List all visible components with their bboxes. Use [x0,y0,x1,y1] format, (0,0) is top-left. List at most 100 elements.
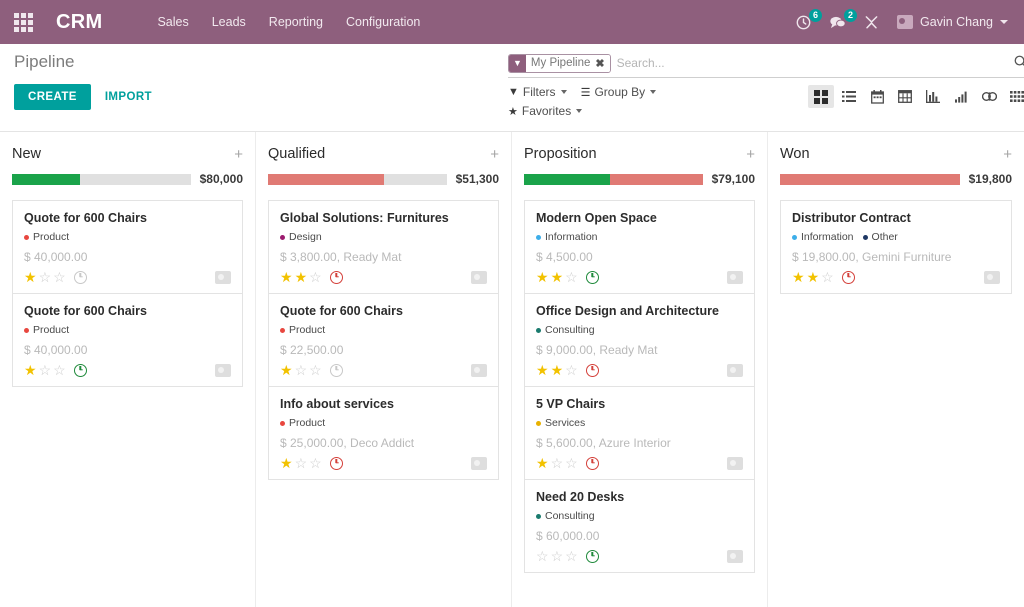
priority-star-2[interactable]: ☆ [295,363,308,377]
card-tag[interactable]: Consulting [536,324,595,336]
menu-item-leads[interactable]: Leads [201,9,257,35]
kanban-card[interactable]: Quote for 600 Chairs Product $ 40,000.00… [12,200,243,293]
card-tag[interactable]: Product [24,324,69,336]
search-icon[interactable] [1011,54,1024,72]
priority-star-1[interactable]: ★ [536,456,549,470]
activity-clock-icon[interactable] [586,550,599,563]
priority-star-3[interactable]: ☆ [565,363,578,377]
card-tag[interactable]: Information [792,231,854,243]
assignee-avatar[interactable] [215,271,231,284]
priority-star-2[interactable]: ☆ [295,456,308,470]
kanban-card[interactable]: Office Design and Architecture Consultin… [524,293,755,386]
view-kanban-button[interactable] [808,85,834,108]
assignee-avatar[interactable] [215,364,231,377]
priority-star-1[interactable]: ★ [24,363,37,377]
assignee-avatar[interactable] [984,271,1000,284]
priority-star-1[interactable]: ★ [536,363,549,377]
activity-clock-icon[interactable] [74,364,87,377]
card-tag[interactable]: Consulting [536,510,595,522]
assignee-avatar[interactable] [471,364,487,377]
activity-clock-icon[interactable] [586,457,599,470]
priority-star-3[interactable]: ☆ [821,270,834,284]
view-pivot-button[interactable] [892,85,918,108]
kanban-card[interactable]: Need 20 Desks Consulting $ 60,000.00 ☆☆☆ [524,479,755,573]
kanban-card[interactable]: 5 VP Chairs Services $ 5,600.00, Azure I… [524,386,755,479]
activity-clock-icon[interactable] [330,364,343,377]
priority-star-1[interactable]: ★ [24,270,37,284]
activity-clock-icon[interactable] [330,457,343,470]
priority-star-1[interactable]: ★ [792,270,805,284]
progress-segment[interactable] [780,174,960,185]
priority-star-3[interactable]: ☆ [309,270,322,284]
create-button[interactable]: CREATE [14,84,91,110]
kanban-card[interactable]: Quote for 600 Chairs Product $ 22,500.00… [268,293,499,386]
menu-item-configuration[interactable]: Configuration [335,9,431,35]
card-tag[interactable]: Product [280,324,325,336]
progress-segment[interactable] [80,174,191,185]
assignee-avatar[interactable] [727,457,743,470]
card-tag[interactable]: Other [863,231,898,243]
menu-item-sales[interactable]: Sales [146,9,199,35]
priority-star-3[interactable]: ☆ [565,549,578,563]
favorites-dropdown[interactable]: ★ Favorites [508,104,582,118]
priority-star-1[interactable]: ★ [536,270,549,284]
import-button[interactable]: IMPORT [99,84,158,110]
search-input[interactable] [611,56,1011,70]
breadcrumb[interactable]: Pipeline [14,52,508,72]
column-title[interactable]: New [12,146,41,162]
messaging-menu[interactable]: 2 [829,15,846,30]
group-by-dropdown[interactable]: ☰ Group By [581,85,657,99]
assignee-avatar[interactable] [727,364,743,377]
app-brand[interactable]: CRM [56,11,102,34]
column-title[interactable]: Proposition [524,146,597,162]
priority-star-2[interactable]: ★ [551,363,564,377]
kanban-card[interactable]: Quote for 600 Chairs Product $ 40,000.00… [12,293,243,387]
assignee-avatar[interactable] [727,271,743,284]
priority-star-3[interactable]: ☆ [565,456,578,470]
progress-segment[interactable] [384,174,447,185]
menu-item-reporting[interactable]: Reporting [258,9,334,35]
card-tag[interactable]: Product [24,231,69,243]
filters-dropdown[interactable]: ▼ Filters [508,85,567,99]
progress-segment[interactable] [524,174,610,185]
plus-icon[interactable]: + [490,147,499,162]
kanban-card[interactable]: Info about services Product $ 25,000.00,… [268,386,499,480]
priority-star-2[interactable]: ★ [295,270,308,284]
priority-star-2[interactable]: ☆ [551,549,564,563]
priority-star-1[interactable]: ★ [280,270,293,284]
view-cohort-button[interactable] [1004,85,1024,108]
progress-segment[interactable] [268,174,384,185]
priority-star-2[interactable]: ★ [807,270,820,284]
search-facet-my-pipeline[interactable]: ▼ My Pipeline ✖ [508,54,611,73]
priority-star-2[interactable]: ☆ [39,270,52,284]
activity-clock-icon[interactable] [586,271,599,284]
progress-segment[interactable] [610,174,703,185]
priority-star-1[interactable]: ★ [280,456,293,470]
activity-clock-icon[interactable] [74,271,87,284]
activities-menu[interactable]: 6 [796,15,811,30]
plus-icon[interactable]: + [746,147,755,162]
priority-star-1[interactable]: ☆ [536,549,549,563]
debug-menu[interactable] [864,15,879,30]
card-tag[interactable]: Information [536,231,598,243]
kanban-card[interactable]: Modern Open Space Information $ 4,500.00… [524,200,755,293]
apps-menu-icon[interactable] [8,7,38,37]
priority-star-3[interactable]: ☆ [309,456,322,470]
card-tag[interactable]: Design [280,231,322,243]
view-activity-button[interactable] [976,85,1002,108]
priority-star-3[interactable]: ☆ [53,270,66,284]
assignee-avatar[interactable] [471,457,487,470]
card-tag[interactable]: Services [536,417,585,429]
view-list-button[interactable] [836,85,862,108]
priority-star-2[interactable]: ★ [551,270,564,284]
user-menu[interactable]: Gavin Chang [897,15,1008,29]
kanban-card[interactable]: Global Solutions: Furnitures Design $ 3,… [268,200,499,293]
plus-icon[interactable]: + [234,147,243,162]
activity-clock-icon[interactable] [330,271,343,284]
column-title[interactable]: Won [780,146,810,162]
view-graph-trend-button[interactable] [948,85,974,108]
view-calendar-button[interactable] [864,85,890,108]
view-graph-bar-button[interactable] [920,85,946,108]
priority-star-3[interactable]: ☆ [53,363,66,377]
priority-star-3[interactable]: ☆ [309,363,322,377]
